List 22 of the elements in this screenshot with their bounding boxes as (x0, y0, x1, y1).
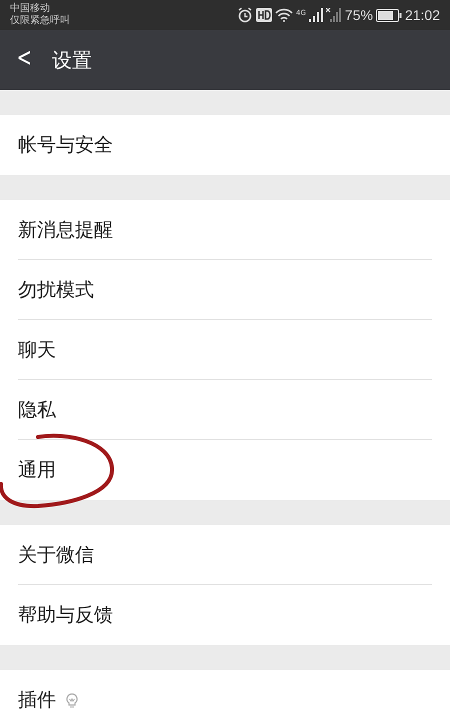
battery-icon (376, 8, 402, 22)
back-button[interactable]: < (6, 43, 39, 77)
page-title: 设置 (52, 46, 92, 74)
settings-item[interactable]: 隐私 (18, 396, 56, 422)
settings-item[interactable]: 帮助与反馈 (18, 602, 113, 628)
hd-icon (256, 8, 272, 22)
settings-item[interactable]: 勿扰模式 (18, 276, 94, 302)
signal-icon (308, 8, 323, 22)
settings-item[interactable]: 新消息提醒 (18, 216, 113, 242)
carrier-text: 中国移动 (10, 3, 51, 14)
wifi-icon (275, 8, 294, 22)
settings-item[interactable]: 帐号与安全 (18, 132, 113, 158)
battery-percent-text: 75% (344, 7, 373, 23)
carrier-text: 仅限紧急呼叫 (10, 15, 70, 27)
lightbulb-icon (66, 692, 78, 708)
clock-text: 21:02 (404, 7, 440, 23)
no-signal-icon (326, 8, 342, 22)
settings-item[interactable]: 聊天 (18, 336, 56, 362)
settings-item[interactable]: 通用 (18, 457, 56, 483)
alarm-icon (237, 7, 254, 23)
settings-item[interactable]: 插件 (18, 687, 56, 713)
settings-item[interactable]: 关于微信 (18, 542, 94, 568)
